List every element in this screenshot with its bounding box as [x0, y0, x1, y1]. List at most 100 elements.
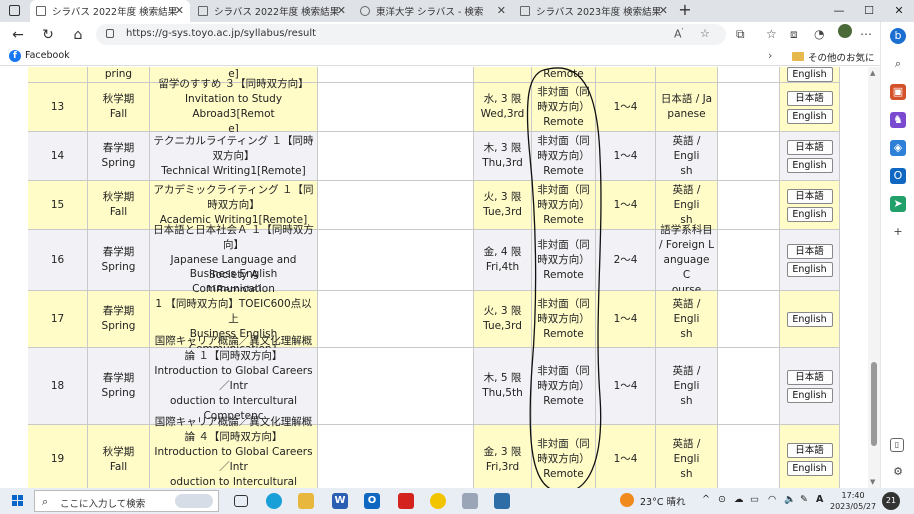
word-icon[interactable]: W [332, 493, 348, 509]
tab-2[interactable]: シラバス 2022年度 検索結果 ✕ [192, 0, 352, 22]
tab-actions-icon[interactable] [9, 5, 20, 16]
url-text[interactable]: https://g-sys.toyo.ac.jp/syllabus/result [126, 28, 316, 39]
back-icon[interactable]: ← [8, 25, 28, 45]
notification-badge[interactable]: 21 [882, 492, 900, 510]
close-icon[interactable]: ✕ [337, 4, 346, 17]
acrobat-icon[interactable] [398, 493, 414, 509]
english-button[interactable]: English [786, 387, 833, 403]
profile-icon[interactable]: ◔ [814, 27, 824, 41]
vertical-scrollbar[interactable]: ▲ ▼ [868, 67, 880, 488]
course-title-link[interactable]: 留学のすすめ ３【同時双方向】 Invitation to Study Abroa… [153, 77, 314, 137]
scroll-up-icon[interactable]: ▲ [870, 69, 875, 77]
favorites-icon[interactable]: ☆ [766, 27, 777, 41]
close-icon[interactable]: ✕ [175, 4, 184, 17]
chevron-up-icon[interactable]: ^ [702, 494, 710, 505]
maximize-button[interactable]: ☐ [854, 0, 884, 22]
file-explorer-icon[interactable] [298, 493, 314, 509]
english-button[interactable]: English [786, 261, 833, 277]
windows-start-icon[interactable] [12, 495, 24, 507]
new-tab-button[interactable]: + [676, 0, 694, 22]
course-title-link[interactable]: テクニカルライティング １【同時 双方向】 Technical Writing1[R… [154, 134, 314, 179]
blank1-cell [318, 83, 474, 132]
term-stack: 春学期 Spring [102, 245, 136, 275]
course-title-link[interactable]: アカデミックライティング １【同 時双方向】 Academic Writing1[R… [154, 183, 314, 228]
close-window-button[interactable]: ✕ [884, 0, 914, 22]
tab-1[interactable]: シラバス 2022年度 検索結果 ✕ [30, 0, 190, 22]
course-title-line: 1 【同時双方向】TOEIC600点以上 [155, 297, 312, 325]
settings-icon[interactable]: ⚙ [890, 464, 906, 480]
sticky-app-icon[interactable] [430, 493, 446, 509]
tab-4[interactable]: シラバス 2023年度 検索結果 ✕ [514, 0, 674, 22]
tab-strip: シラバス 2022年度 検索結果 ✕ シラバス 2022年度 検索結果 ✕ 東洋… [0, 0, 914, 22]
taskbar-search[interactable]: ⌕ ここに入力して検索 [34, 490, 219, 512]
home-icon[interactable]: ⌂ [68, 25, 88, 45]
bing-icon[interactable]: b [890, 28, 906, 44]
paint-icon[interactable] [462, 493, 478, 509]
cloud-icon[interactable]: ☁ [734, 494, 744, 505]
favorite-star-icon[interactable]: ☆ [700, 27, 710, 40]
collections-icon[interactable]: ⧈ [790, 27, 798, 42]
folder-icon [792, 52, 804, 61]
outlook-icon[interactable]: O [890, 168, 906, 184]
wifi-icon[interactable]: ◠ [768, 494, 776, 505]
english-button[interactable]: English [786, 108, 833, 124]
photos-icon[interactable] [494, 493, 510, 509]
chevron-right-icon[interactable]: › [768, 49, 772, 62]
favorite-facebook[interactable]: Facebook [25, 50, 70, 61]
japanese-button[interactable]: 日本語 [786, 243, 833, 259]
japanese-button[interactable]: 日本語 [786, 443, 833, 458]
ime-icon[interactable]: A [816, 494, 823, 505]
course-title-link[interactable]: 国際キャリア概論／異文化理解概論 ４【同時双方向】 Introduction to… [153, 415, 314, 489]
class-time-line: Fri,3rd [485, 460, 520, 473]
tools-icon[interactable]: ♞ [890, 112, 906, 128]
target-year: 1〜4 [613, 312, 638, 325]
english-button[interactable]: English [786, 157, 833, 173]
shopping-icon[interactable]: ▣ [890, 84, 906, 100]
games-icon[interactable]: ◈ [890, 140, 906, 156]
scroll-thumb[interactable] [871, 362, 877, 446]
class-time-line: 木, 3 限 [483, 142, 522, 154]
address-bar[interactable]: https://g-sys.toyo.ac.jp/syllabus/result… [96, 24, 726, 45]
add-icon[interactable]: + [890, 224, 906, 240]
course-title: 国際キャリア概論／異文化理解概論 ４【同時双方向】 Introduction to… [153, 415, 314, 489]
refresh-icon[interactable]: ↻ [38, 25, 58, 45]
taskbar-clock[interactable]: 17:40 2023/05/27 [830, 490, 876, 512]
english-button[interactable]: English [786, 461, 833, 476]
pen-icon[interactable]: ✎ [800, 494, 808, 505]
weather-text[interactable]: 23°C 晴れ [640, 494, 686, 508]
japanese-button[interactable]: 日本語 [786, 369, 833, 385]
english-button[interactable]: English [786, 311, 833, 327]
japanese-button[interactable]: 日本語 [786, 139, 833, 155]
battery-icon[interactable]: ▭ [750, 494, 759, 505]
extensions-icon[interactable]: ⧉ [736, 27, 745, 42]
task-view-icon[interactable] [234, 495, 248, 507]
edge-icon[interactable] [266, 493, 282, 509]
outlook-icon[interactable]: O [364, 493, 380, 509]
weather-icon [620, 493, 634, 507]
minimize-button[interactable]: — [824, 0, 854, 22]
japanese-button[interactable]: 日本語 [786, 90, 833, 106]
scroll-down-icon[interactable]: ▼ [870, 478, 875, 486]
read-aloud-icon[interactable]: Aʼ [674, 27, 684, 41]
network-icon[interactable]: ⊙ [718, 494, 726, 505]
lang-cell: 語学系科目 / Foreign Language Course [656, 224, 718, 296]
search-icon[interactable]: ⌕ [890, 56, 906, 72]
avatar[interactable] [838, 24, 852, 38]
more-options-icon[interactable]: ⋯ [860, 27, 872, 41]
drop-icon[interactable]: ➤ [890, 196, 906, 212]
japanese-button[interactable]: 日本語 [786, 188, 833, 204]
sidebar-layout-icon[interactable]: ▯ [890, 438, 904, 452]
search-icon [360, 6, 370, 16]
tab-3[interactable]: 東洋大学 シラバス - 検索 ✕ [354, 0, 512, 22]
english-button[interactable]: English [786, 206, 833, 222]
lang-cell: 英語 / Engli sh [656, 425, 718, 488]
windows-taskbar: ⌕ ここに入力して検索 W O 23°C 晴れ ^ ⊙ ☁ ▭ ◠ 🔈 ✎ A … [0, 488, 914, 514]
table-row: 17 春学期 Spring Business English Communicatio… [0, 268, 868, 370]
format-cell: 非対面（同 時双方向） Remote [532, 132, 596, 181]
volume-icon[interactable]: 🔈 [784, 494, 796, 505]
class-format-line: 非対面（同 [537, 238, 590, 251]
close-icon[interactable]: ✕ [497, 4, 506, 17]
close-icon[interactable]: ✕ [659, 4, 668, 17]
target-year: 2〜4 [613, 253, 638, 266]
english-button[interactable]: English [786, 67, 833, 82]
